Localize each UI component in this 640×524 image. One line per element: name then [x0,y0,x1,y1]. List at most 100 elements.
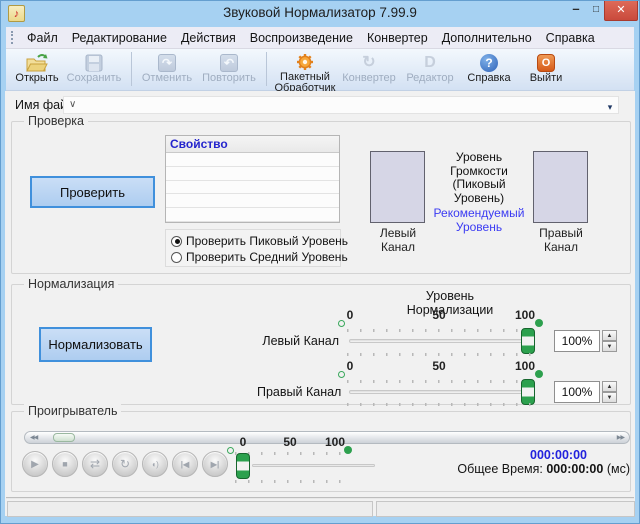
previous-track-button[interactable]: |◀ [172,451,198,477]
range-max-marker-icon [535,319,543,327]
radio-peak-level[interactable]: Проверить Пиковый Уровень [171,233,340,249]
scale-label-max: 100 [512,308,538,322]
exit-button[interactable]: O Выйти [518,51,574,89]
radio-label: Проверить Пиковый Уровень [186,234,348,248]
stop-button[interactable]: ■ [52,451,78,477]
menu-grip-icon [11,31,14,44]
range-min-marker-icon [338,320,345,327]
menu-help[interactable]: Справка [539,29,602,47]
menu-additional[interactable]: Дополнительно [435,29,539,47]
right-channel-slider-track[interactable] [349,390,535,394]
toolbar-label: Повторить [202,73,256,84]
toolbar-separator [131,52,132,86]
normalization-group: Нормализация Нормализовать Уровень Норма… [11,284,631,405]
save-button[interactable]: Сохранить [62,51,126,89]
right-channel-percent-field[interactable]: 100% [554,381,600,403]
normalize-button[interactable]: Нормализовать [39,327,152,362]
menu-converter[interactable]: Конвертер [360,29,435,47]
range-min-marker-icon [227,447,234,454]
status-panel-left [7,501,373,517]
table-row[interactable] [166,167,339,181]
app-window: ♪ Звуковой Нормализатор 7.99.9 – □ ✕ Фай… [0,0,640,524]
open-button[interactable]: Открыть [12,51,62,89]
left-channel-spin-up-button[interactable]: ▲ [602,330,617,341]
check-group-title: Проверка [24,114,88,128]
toolbar-label: Редактор [406,73,453,84]
tick-marks [347,329,537,332]
table-row[interactable] [166,153,339,167]
volume-icon: ◖) [151,460,159,469]
file-name-combobox[interactable]: ∨ ▾ [63,96,619,114]
converter-button[interactable]: ↻ Конвертер [338,51,400,89]
right-channel-spin-up-button[interactable]: ▲ [602,381,617,392]
shuffle-icon: ⇄ [90,457,100,471]
left-channel-percent-field[interactable]: 100% [554,330,600,352]
player-volume-slider-handle[interactable] [236,453,250,479]
close-button[interactable]: ✕ [604,1,638,21]
repeat-button[interactable]: ↻ [112,451,138,477]
range-min-marker-icon [338,371,345,378]
left-channel-slider-handle[interactable] [521,328,535,354]
left-channel-slider-label: Левый Канал [257,334,339,348]
recommended-level-line2: Уровень [427,221,531,235]
left-channel-slider-track[interactable] [349,339,535,343]
minimize-button[interactable]: – [567,1,585,21]
check-group: Проверка Проверить Свойство Проверить Пи… [11,121,631,274]
toolbar-label: Отменить [142,73,192,84]
status-panel-right [376,501,635,517]
scale-label-mid: 50 [429,308,449,322]
table-row[interactable] [166,208,339,222]
right-channel-slider-handle[interactable] [521,379,535,405]
menu-edit[interactable]: Редактирование [65,29,174,47]
radio-icon [171,252,182,263]
seek-back-icon[interactable]: ◀◀ [30,434,37,441]
toolbar-label: Открыть [15,73,58,84]
table-header-property: Свойство [166,136,339,153]
check-button[interactable]: Проверить [30,176,155,208]
save-icon [85,52,103,73]
editor-button[interactable]: D Редактор [400,51,460,89]
play-button[interactable]: ▶ [22,451,48,477]
toolbar-label: Справка [467,73,510,84]
help-button[interactable]: ? Справка [460,51,518,89]
tick-marks [347,353,537,356]
left-channel-meter [370,151,425,223]
toolbar: Открыть Сохранить ↷ Отменить ↶ Повторить [6,49,634,91]
right-channel-spin-down-button[interactable]: ▼ [602,392,617,403]
radio-average-level[interactable]: Проверить Средний Уровень [171,249,340,265]
volume-button[interactable]: ◖) [142,451,168,477]
repeat-icon: ↻ [120,457,130,471]
left-channel-spin-down-button[interactable]: ▼ [602,341,617,352]
next-track-button[interactable]: ▶| [202,451,228,477]
shuffle-button[interactable]: ⇄ [82,451,108,477]
scale-label-min: 0 [236,435,250,449]
toolbar-label: Пакетный Обработчик [272,72,338,93]
previous-track-icon: |◀ [181,460,189,469]
table-row[interactable] [166,181,339,195]
toolbar-label: Выйти [530,73,563,84]
title-bar: ♪ Звуковой Нормализатор 7.99.9 – □ ✕ [1,1,639,27]
scale-label-min: 0 [343,359,357,373]
redo-button[interactable]: ↶ Повторить [197,51,261,89]
table-row[interactable] [166,194,339,208]
range-max-marker-icon [535,370,543,378]
volume-level-text: Уровень Громкости (Пиковый Уровень) Реко… [427,151,531,234]
undo-button[interactable]: ↷ Отменить [137,51,197,89]
play-icon: ▶ [31,459,39,470]
left-channel-meter-label: Левый Канал [363,226,433,254]
combobox-dropdown-icon[interactable]: ▾ [604,101,616,115]
window-title: Звуковой Нормализатор 7.99.9 [1,5,639,20]
tick-marks [347,380,537,383]
seek-forward-icon[interactable]: ▶▶ [617,434,624,441]
menu-file[interactable]: Файл [20,29,65,47]
player-volume-slider-track[interactable] [252,464,375,467]
menu-actions[interactable]: Действия [174,29,243,47]
toolbar-label: Сохранить [67,73,122,84]
seek-handle[interactable] [53,433,75,442]
stop-icon: ■ [62,459,67,469]
menu-playback[interactable]: Воспроизведение [243,29,360,47]
maximize-button[interactable]: □ [587,1,605,21]
batch-processor-button[interactable]: Пакетный Обработчик [272,51,338,89]
undo-icon: ↷ [158,52,176,73]
volume-level-line1: Уровень Громкости [427,151,531,178]
